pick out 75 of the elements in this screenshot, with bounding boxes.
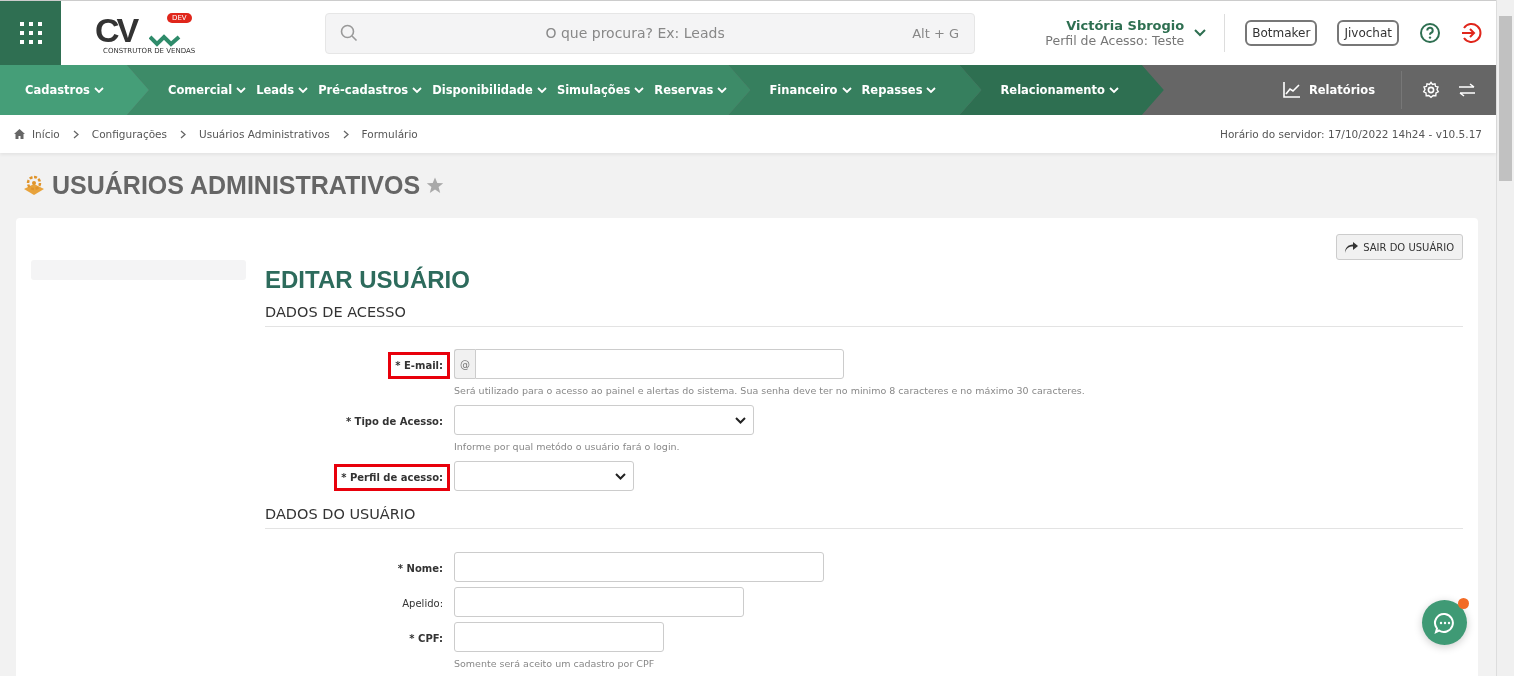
nav-menu-item[interactable]: Disponibilidade — [427, 83, 552, 97]
chevron-down-icon — [236, 86, 247, 94]
breadcrumb-link[interactable]: Configurações — [91, 128, 168, 140]
scrollbar[interactable] — [1496, 0, 1514, 676]
nav-menu-item[interactable]: Relacionamento — [995, 83, 1124, 97]
dropdown-field[interactable] — [454, 405, 754, 435]
server-time: Horário do servidor: 17/10/2022 14h24 - v10.5.17 — [1220, 128, 1482, 140]
breadcrumb-link[interactable]: Usuários Administrativos — [199, 128, 330, 140]
field-label: * Nome: — [396, 562, 444, 576]
chevron-down-icon — [536, 86, 547, 94]
chevron-right-icon — [180, 129, 187, 139]
nav-menu-item[interactable]: Reservas — [649, 83, 733, 97]
help-text: Será utilizado para o acesso ao painel e alertas do sistema. Sua senha deve ter no minimo 8 caracteres e no máximo 30 caracteres. — [454, 385, 1085, 396]
dropdown-field[interactable] — [454, 461, 634, 491]
section-title: DADOS DE ACESSO — [265, 304, 1463, 327]
email-input[interactable] — [475, 349, 844, 379]
nav-menu-item[interactable]: Repasses — [856, 83, 942, 97]
chevron-down-icon — [926, 86, 937, 94]
input-prefix: @ — [454, 349, 475, 379]
chevron-down-icon[interactable] — [1194, 29, 1207, 37]
chevron-down-icon — [841, 86, 852, 94]
grid-icon — [18, 21, 43, 45]
gear-box-icon — [22, 174, 46, 197]
user-profile: Perfil de Acesso: Teste — [1045, 33, 1185, 48]
field-label: * E-mail: — [388, 352, 450, 379]
section-title: DADOS DO USUÁRIO — [265, 506, 1463, 529]
chevron-down-icon — [615, 472, 626, 480]
star-icon[interactable] — [426, 177, 445, 194]
logout-icon[interactable] — [1460, 22, 1482, 44]
chevron-right-icon — [342, 129, 349, 139]
chevron-down-icon — [93, 86, 104, 94]
text-input[interactable] — [454, 587, 744, 617]
nav-menu-item[interactable]: Comercial — [162, 83, 252, 97]
integration-button[interactable]: Jivochat — [1337, 20, 1399, 46]
text-input[interactable] — [454, 552, 824, 582]
swap-arrows-icon[interactable] — [1458, 83, 1476, 97]
chevron-down-icon — [412, 86, 423, 94]
search-field[interactable]: O que procura? Ex: Leads Alt + G — [325, 12, 975, 54]
nav-menu-item[interactable]: Financeiro — [764, 83, 857, 97]
nav-menu-item[interactable]: Simulações — [551, 83, 650, 97]
field-label: * CPF: — [408, 632, 444, 646]
share-arrow-icon — [1345, 241, 1359, 253]
notification-dot — [1458, 598, 1469, 609]
page-title: USUÁRIOS ADMINISTRATIVOS — [52, 171, 421, 200]
settings-icon[interactable] — [1422, 81, 1440, 99]
line-chart-icon — [1282, 82, 1301, 98]
exit-user-button[interactable]: SAIR DO USUÁRIO — [1336, 234, 1463, 260]
reports-link[interactable]: Relatórios — [1276, 81, 1381, 99]
nav-menu-item[interactable]: Leads — [251, 83, 314, 97]
search-icon — [340, 24, 358, 42]
form-title: EDITAR USUÁRIO — [265, 266, 471, 294]
shortcut-hint: Alt + G — [912, 25, 959, 41]
chevron-down-icon — [717, 86, 728, 94]
home-icon — [14, 129, 25, 139]
help-icon[interactable] — [1419, 22, 1441, 44]
nav-menu-item[interactable]: Pré-cadastros — [313, 83, 428, 97]
help-text: Somente será aceito um cadastro por CPF — [454, 658, 656, 669]
chevron-down-icon — [1108, 86, 1119, 94]
text-input[interactable] — [454, 622, 664, 652]
apps-menu-button[interactable] — [0, 1, 61, 65]
breadcrumb-link[interactable]: Formulário — [361, 128, 418, 140]
search-input[interactable]: O que procura? Ex: Leads — [358, 24, 913, 42]
field-label: Apelido: — [401, 597, 444, 611]
integration-button[interactable]: Botmaker — [1245, 20, 1318, 46]
chat-bubble-icon — [1432, 610, 1457, 635]
help-text: Informe por qual metódo o usuário fará o login. — [454, 441, 681, 452]
nav-menu-item[interactable]: Cadastros — [20, 83, 109, 97]
field-label: * Perfil de acesso: — [334, 464, 450, 491]
user-name[interactable]: Victória Sbrogio — [1066, 18, 1185, 33]
breadcrumb-link[interactable]: Início — [32, 128, 60, 140]
field-label: * Tipo de Acesso: — [344, 415, 444, 429]
chevron-down-icon — [634, 86, 645, 94]
chevron-down-icon — [735, 416, 746, 424]
chevron-right-icon — [72, 129, 79, 139]
chevron-down-icon — [298, 86, 309, 94]
